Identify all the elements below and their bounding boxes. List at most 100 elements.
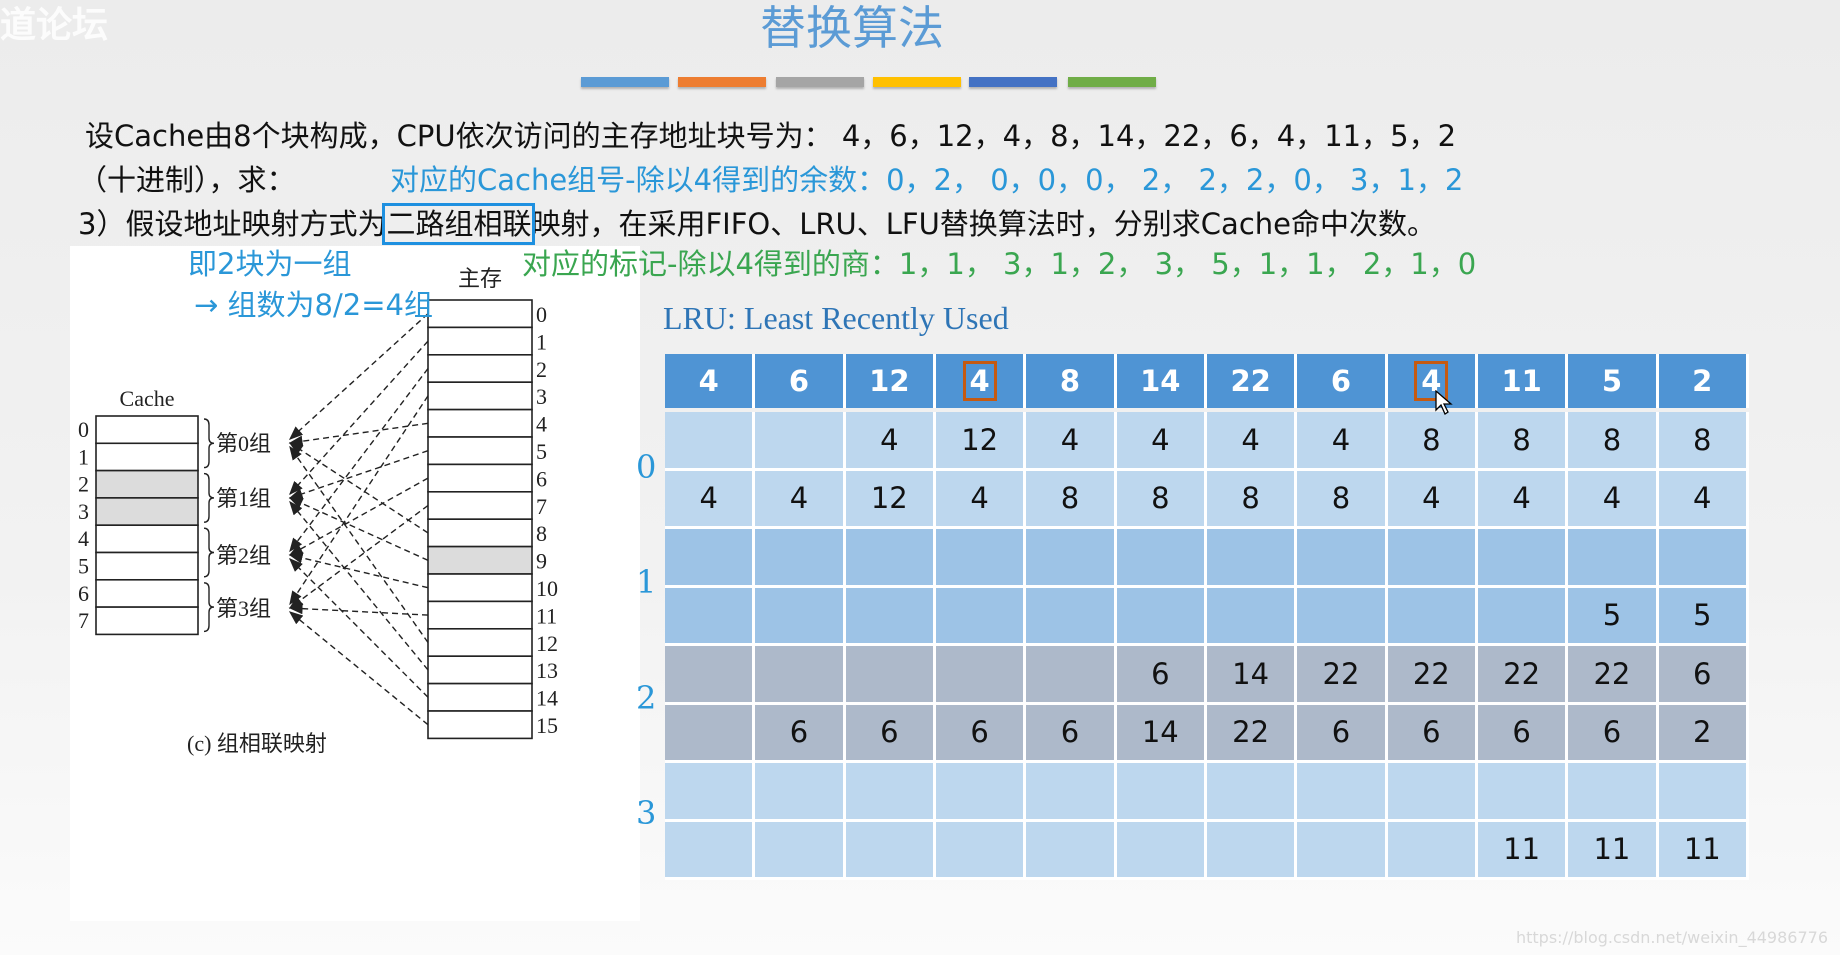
group-label-0: 0 [636,448,657,486]
table-cell: 8 [1297,470,1388,529]
table-cell [665,821,756,880]
table-cell: 6 [845,704,936,763]
header-cell: 22 [1206,354,1298,408]
header-cell: 4 [1387,354,1478,408]
memory-block [427,682,533,712]
group-brace [203,582,215,633]
table-cell: 4 [665,470,756,529]
header-cell: 14 [1116,354,1207,408]
memory-block [427,436,533,466]
table-cell: 6 [1297,704,1388,763]
table-row: 6 6 6 6 14 22 6 6 6 6 2 [665,704,1749,763]
table-cell: 22 [1297,646,1388,705]
table-cell [845,646,936,705]
header-value: 4 [962,361,997,401]
memory-block [427,710,533,740]
table-cell: 5 [1658,587,1749,646]
table-cell: 4 [1477,470,1569,529]
table-cell: 4 [845,412,936,471]
table-cell [1116,587,1207,646]
header-value: 11 [1501,364,1542,398]
title-bar [969,77,1057,87]
memory-index: 1 [536,329,547,354]
table-cell [755,587,846,646]
cache-index: 4 [78,526,89,551]
memory-index: 14 [536,686,558,711]
header-cell: 6 [755,354,846,408]
table-cell [1477,529,1569,588]
header-cell: 12 [845,354,936,408]
group-label: 第2组 [216,543,271,568]
header-cell: 11 [1477,354,1569,408]
table-cell: 14 [1206,646,1298,705]
header-value: 6 [788,364,810,398]
table-cell [1297,587,1388,646]
table-row: 4 12 4 4 4 4 8 8 8 8 [665,412,1749,471]
group-label-1: 1 [636,563,657,601]
cache-index: 0 [78,417,89,442]
table-cell: 22 [1206,704,1298,763]
memory-index: 8 [536,521,547,546]
table-cell [755,821,846,880]
footer-watermark: https://blog.csdn.net/weixin_44986776 [1515,928,1828,947]
table-cell [1026,821,1117,880]
cache-block [95,497,199,526]
table-cell: 4 [1026,412,1117,471]
table-cell: 6 [935,704,1027,763]
header-value: 4 [698,364,719,398]
table-cell [1387,821,1478,880]
question-line-3: 3）假设地址映射方式为二路组相联映射，在采用FIFO、LRU、LFU替换算法时，… [78,201,1436,245]
table-cell: 6 [1477,704,1569,763]
question-line-2-text: （十进制），求： [78,163,296,197]
table-cell: 4 [1206,412,1298,471]
diagram-caption: (c) 组相联映射 [187,731,327,756]
note-two-blocks-per-group: 即2块为一组 [188,247,352,281]
cache-block [95,606,199,636]
mapping-arrow [289,395,429,606]
table-cell [935,587,1027,646]
table-cell [1477,587,1569,646]
table-cell [1026,529,1117,588]
header-value: 5 [1601,364,1623,398]
lru-heading: LRU: Least Recently Used [663,300,1009,336]
table-cell: 4 [1116,412,1207,471]
table-cell [1116,821,1207,880]
table-row: 11 11 11 [665,821,1749,880]
cache-block [95,442,199,472]
memory-block [427,518,533,548]
table-cell [1206,763,1298,822]
table-cell: 4 [1297,412,1388,471]
table-cell [1387,763,1478,822]
table-cell: 4 [935,470,1027,529]
table-cell: 6 [755,704,846,763]
table-cell: 6 [1387,704,1478,763]
table-cell [935,529,1027,588]
mapping-arrow [288,497,429,561]
header-value: 2 [1692,364,1713,398]
set-associative-diagram: 0 1 2 3 4 5 6 7 Cache 0 1 2 3 4 5 6 7 8 9 10 11 12 13 14 15 主存 第0组… [70,246,640,921]
memory-index: 5 [536,439,547,464]
table-cell [1297,529,1388,588]
table-cell: 11 [1658,821,1749,880]
cache-index: 3 [78,499,89,524]
table-row: 55 [665,587,1749,646]
table-cell [665,763,756,822]
header-value: 8 [1059,364,1081,398]
table-cell [845,763,936,822]
group-label: 第0组 [216,431,271,456]
table-cell [665,587,756,646]
question-line-3-b: 映射，在采用FIFO、LRU、LFU替换算法时，分别求Cache命中次数。 [531,207,1436,241]
group-label-2: 2 [636,679,657,717]
table-cell [755,646,846,705]
table-cell [755,763,846,822]
table-cell: 8 [1387,412,1478,471]
memory-block [427,354,533,384]
memory-block [427,545,533,575]
table-cell: 22 [1568,646,1659,705]
question-line-1: 设Cache由8个块构成，CPU依次访问的主存地址块号为： 4，6，12，4，8… [85,119,1457,153]
memory-index: 7 [536,494,547,519]
memory-block [427,463,533,493]
table-cell [1568,529,1659,588]
table-cell [755,529,846,588]
cache-index: 1 [78,444,89,469]
